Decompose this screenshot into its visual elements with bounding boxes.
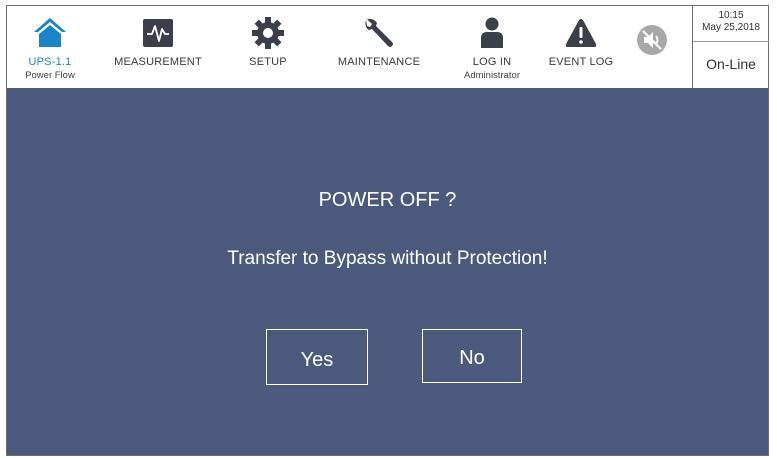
user-icon xyxy=(481,17,503,48)
warning-icon xyxy=(565,19,597,47)
nav-power-flow-sublabel: Power Flow xyxy=(25,70,75,81)
nav-power-flow[interactable]: UPS-1.1 Power Flow xyxy=(21,6,79,88)
nav-login[interactable]: LOG IN Administrator xyxy=(455,6,529,88)
nav-event-log[interactable]: EVENT LOG xyxy=(539,6,623,88)
top-nav-bar: UPS-1.1 Power Flow MEASUREMENT SETUP MAI… xyxy=(7,6,769,88)
ups-mode-status: On-Line xyxy=(706,56,756,72)
home-icon xyxy=(34,18,66,47)
nav-login-label: LOG IN xyxy=(472,56,512,68)
gear-icon xyxy=(252,17,284,49)
clock-time: 10:15 xyxy=(718,10,744,21)
waveform-icon xyxy=(143,19,173,47)
dialog-question: POWER OFF ? xyxy=(318,189,457,211)
nav-event-log-label: EVENT LOG xyxy=(548,56,614,68)
nav-power-flow-label: UPS-1.1 xyxy=(28,56,72,68)
confirm-dialog: POWER OFF ? Transfer to Bypass without P… xyxy=(7,88,768,455)
nav-maintenance[interactable]: MAINTENANCE xyxy=(329,6,429,88)
nav-measurement[interactable]: MEASUREMENT xyxy=(109,6,207,88)
status-divider xyxy=(693,41,769,42)
yes-button[interactable]: Yes xyxy=(266,329,368,385)
nav-measurement-label: MEASUREMENT xyxy=(114,56,202,68)
clock-date: May 25,2018 xyxy=(702,22,760,33)
nav-setup-label: SETUP xyxy=(249,56,287,68)
nav-maintenance-label: MAINTENANCE xyxy=(337,56,421,68)
nav-login-sublabel: Administrator xyxy=(464,70,520,81)
dialog-message: Transfer to Bypass without Protection! xyxy=(227,248,548,269)
wrench-icon xyxy=(365,18,393,47)
nav-setup[interactable]: SETUP xyxy=(235,6,301,88)
speaker-muted-icon[interactable] xyxy=(635,23,669,57)
no-button[interactable]: No xyxy=(422,329,522,383)
status-panel: 10:15 May 25,2018 On-Line xyxy=(692,6,769,88)
app-window: UPS-1.1 Power Flow MEASUREMENT SETUP MAI… xyxy=(6,5,769,456)
